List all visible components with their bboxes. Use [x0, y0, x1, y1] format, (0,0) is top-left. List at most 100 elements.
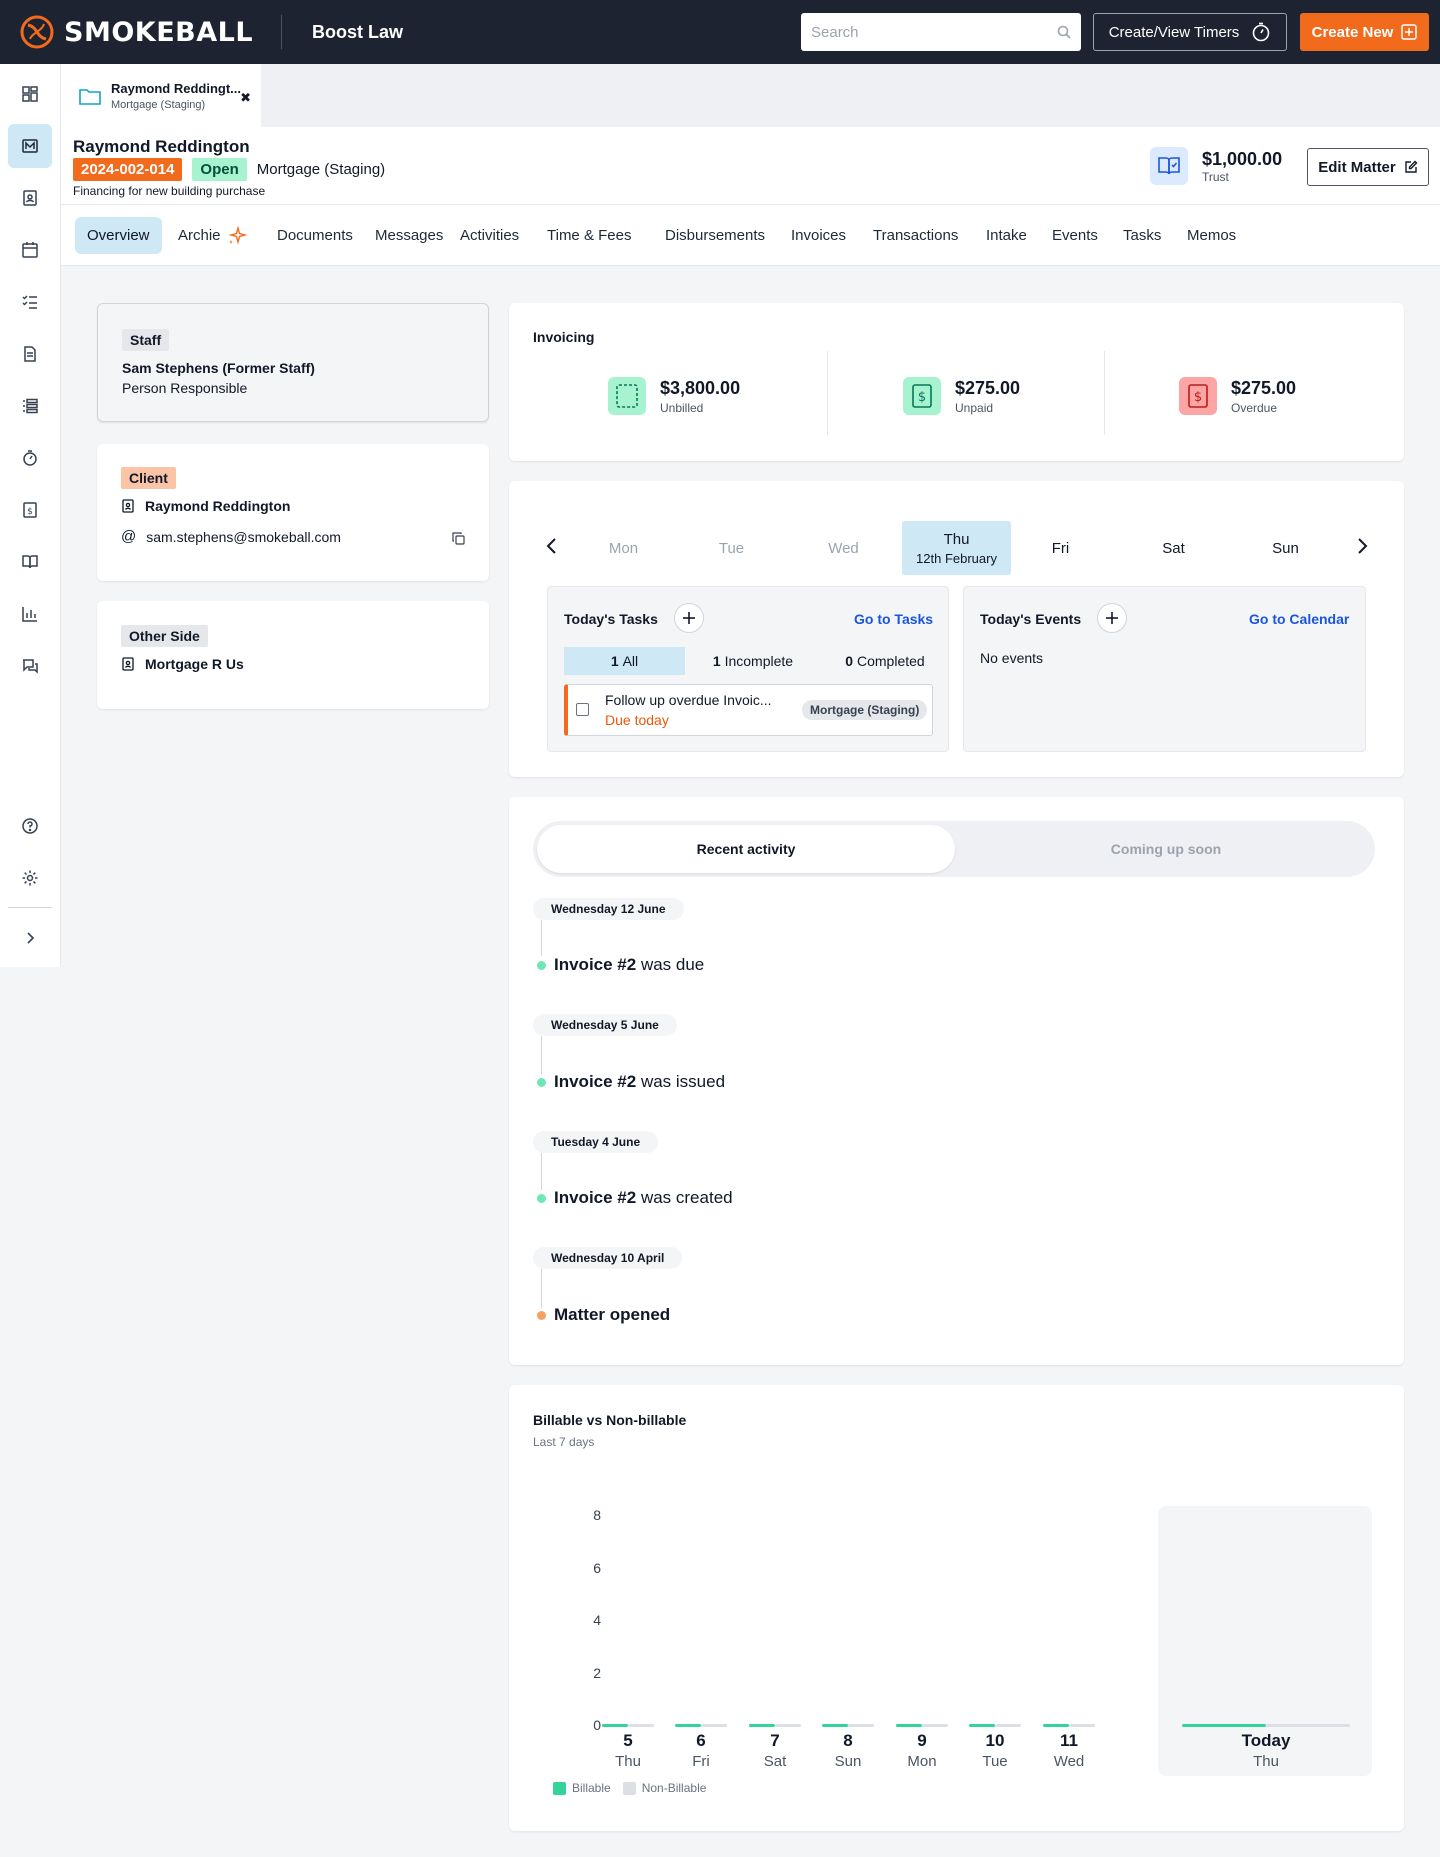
day-label: Thu	[943, 530, 970, 548]
stopwatch-icon	[1252, 22, 1270, 42]
go-to-calendar-link[interactable]: Go to Calendar	[1249, 611, 1349, 627]
matter-header: Raymond Reddington 2024-002-014 Open Mor…	[61, 127, 1440, 205]
tab-tasks[interactable]: Tasks	[1111, 217, 1173, 254]
tab-messages[interactable]: Messages	[363, 217, 455, 254]
sidebar-matters[interactable]	[8, 124, 52, 168]
bar-nonbillable[interactable]	[775, 1724, 801, 1727]
day-sun[interactable]: Sun	[1231, 521, 1340, 575]
task-item[interactable]: Follow up overdue Invoic... Due today Mo…	[564, 684, 933, 736]
x-tick-label: 6 Fri	[671, 1731, 731, 1770]
go-to-tasks-link[interactable]: Go to Tasks	[854, 611, 933, 627]
sidebar-settings[interactable]	[8, 856, 52, 900]
tab-archie[interactable]: Archie	[166, 217, 259, 254]
bar-billable[interactable]	[969, 1724, 995, 1727]
tab-documents[interactable]: Documents	[265, 217, 365, 254]
brand-logo[interactable]: SMOKEBALL	[18, 0, 253, 64]
y-tick-label: 4	[593, 1612, 601, 1628]
sidebar-trust[interactable]	[8, 540, 52, 584]
chevron-right-icon[interactable]	[1355, 537, 1369, 555]
matter-tab[interactable]: Raymond Reddingt... Mortgage (Staging) ✖	[61, 64, 261, 127]
bar-nonbillable[interactable]	[1069, 1724, 1095, 1727]
unpaid-summary[interactable]: $ $275.00 Unpaid	[903, 377, 1020, 415]
x-tick-day: Thu	[1253, 1753, 1279, 1770]
sidebar-dashboard[interactable]	[8, 72, 52, 116]
sidebar-contacts[interactable]	[8, 176, 52, 220]
bar-billable[interactable]	[749, 1724, 775, 1727]
sidebar-tasks[interactable]	[8, 280, 52, 324]
bar-billable[interactable]	[822, 1724, 848, 1727]
x-tick-label: 9 Mon	[892, 1731, 952, 1770]
sidebar-documents[interactable]	[8, 332, 52, 376]
tab-memos[interactable]: Memos	[1175, 217, 1248, 254]
staff-card[interactable]: Staff Sam Stephens (Former Staff) Person…	[97, 303, 489, 422]
timers-button[interactable]: Create/View Timers	[1093, 13, 1287, 51]
unbilled-amount: $3,800.00	[660, 377, 741, 398]
chevron-right-icon	[27, 932, 35, 944]
bar-nonbillable[interactable]	[701, 1724, 727, 1727]
bar-nonbillable[interactable]	[922, 1724, 948, 1727]
search-input[interactable]: Search	[801, 13, 1081, 51]
timeline-entry[interactable]: Invoice #2 was issued	[554, 1072, 725, 1092]
timeline-entry[interactable]: Invoice #2 was created	[554, 1188, 733, 1208]
bar-nonbillable[interactable]	[848, 1724, 874, 1727]
bar-billable[interactable]	[896, 1724, 922, 1727]
tab-disbursements[interactable]: Disbursements	[653, 217, 777, 254]
task-checkbox[interactable]	[576, 703, 589, 716]
tab-overview[interactable]: Overview	[75, 217, 162, 254]
task-filter-all[interactable]: 1 All	[564, 647, 685, 675]
recent-activity-tab[interactable]: Recent activity	[537, 825, 955, 873]
add-event-button[interactable]	[1097, 603, 1127, 633]
sidebar-help[interactable]	[8, 804, 52, 848]
tab-label: Events	[1052, 227, 1098, 244]
client-email[interactable]: sam.stephens@smokeball.com	[146, 529, 341, 545]
task-filter-incomplete[interactable]: 1 Incomplete	[688, 647, 818, 675]
bar-billable[interactable]	[675, 1724, 701, 1727]
close-icon[interactable]: ✖	[240, 90, 251, 106]
bar-nonbillable[interactable]	[995, 1724, 1021, 1727]
chart-title: Billable vs Non-billable	[533, 1412, 687, 1428]
copy-icon[interactable]	[452, 532, 465, 545]
day-wed[interactable]: Wed	[789, 521, 898, 575]
tab-transactions[interactable]: Transactions	[861, 217, 970, 254]
day-mon[interactable]: Mon	[569, 521, 678, 575]
sidebar-calendar[interactable]	[8, 228, 52, 272]
tab-time-fees[interactable]: Time & Fees	[535, 217, 643, 254]
invoicing-divider	[1104, 351, 1105, 435]
day-thu[interactable]: Thu 12th February	[902, 521, 1011, 575]
chevron-left-icon[interactable]	[545, 537, 559, 555]
sidebar-timers[interactable]	[8, 436, 52, 480]
trust-balance[interactable]: $1,000.00 Trust	[1150, 147, 1282, 185]
other-side-contact[interactable]: Mortgage R Us	[121, 656, 244, 672]
tab-label: Tasks	[1123, 227, 1162, 244]
tab-events[interactable]: Events	[1040, 217, 1110, 254]
sidebar-reports[interactable]	[8, 592, 52, 636]
tab-activities[interactable]: Activities	[448, 217, 531, 254]
overdue-summary[interactable]: $ $275.00 Overdue	[1179, 377, 1296, 415]
bar-billable[interactable]	[1043, 1724, 1069, 1727]
bar-nonbillable[interactable]	[1266, 1724, 1350, 1727]
sidebar-communicate[interactable]	[8, 644, 52, 688]
tab-intake[interactable]: Intake	[974, 217, 1039, 254]
bar-billable[interactable]	[1182, 1724, 1266, 1727]
timeline-entry[interactable]: Matter opened	[554, 1305, 670, 1325]
filter-count: 0	[845, 653, 854, 669]
task-filter-completed[interactable]: 0 Completed	[820, 647, 950, 675]
sidebar-billing[interactable]: $	[8, 488, 52, 532]
day-fri[interactable]: Fri	[1006, 521, 1115, 575]
tab-invoices[interactable]: Invoices	[779, 217, 858, 254]
day-sat[interactable]: Sat	[1119, 521, 1228, 575]
sidebar-expand[interactable]	[8, 916, 52, 960]
folder-icon	[79, 88, 101, 105]
search-icon	[1057, 25, 1071, 39]
bar-billable[interactable]	[602, 1724, 628, 1727]
day-tue[interactable]: Tue	[677, 521, 786, 575]
client-contact[interactable]: Raymond Reddington	[121, 498, 290, 514]
timeline-entry[interactable]: Invoice #2 was due	[554, 955, 704, 975]
bar-nonbillable[interactable]	[628, 1724, 654, 1727]
create-new-button[interactable]: Create New	[1300, 13, 1429, 51]
sidebar-timeline[interactable]	[8, 384, 52, 428]
add-task-button[interactable]	[674, 603, 704, 633]
coming-up-soon-tab[interactable]: Coming up soon	[957, 825, 1375, 873]
unbilled-summary[interactable]: $3,800.00 Unbilled	[608, 377, 740, 415]
edit-matter-button[interactable]: Edit Matter	[1307, 148, 1429, 186]
